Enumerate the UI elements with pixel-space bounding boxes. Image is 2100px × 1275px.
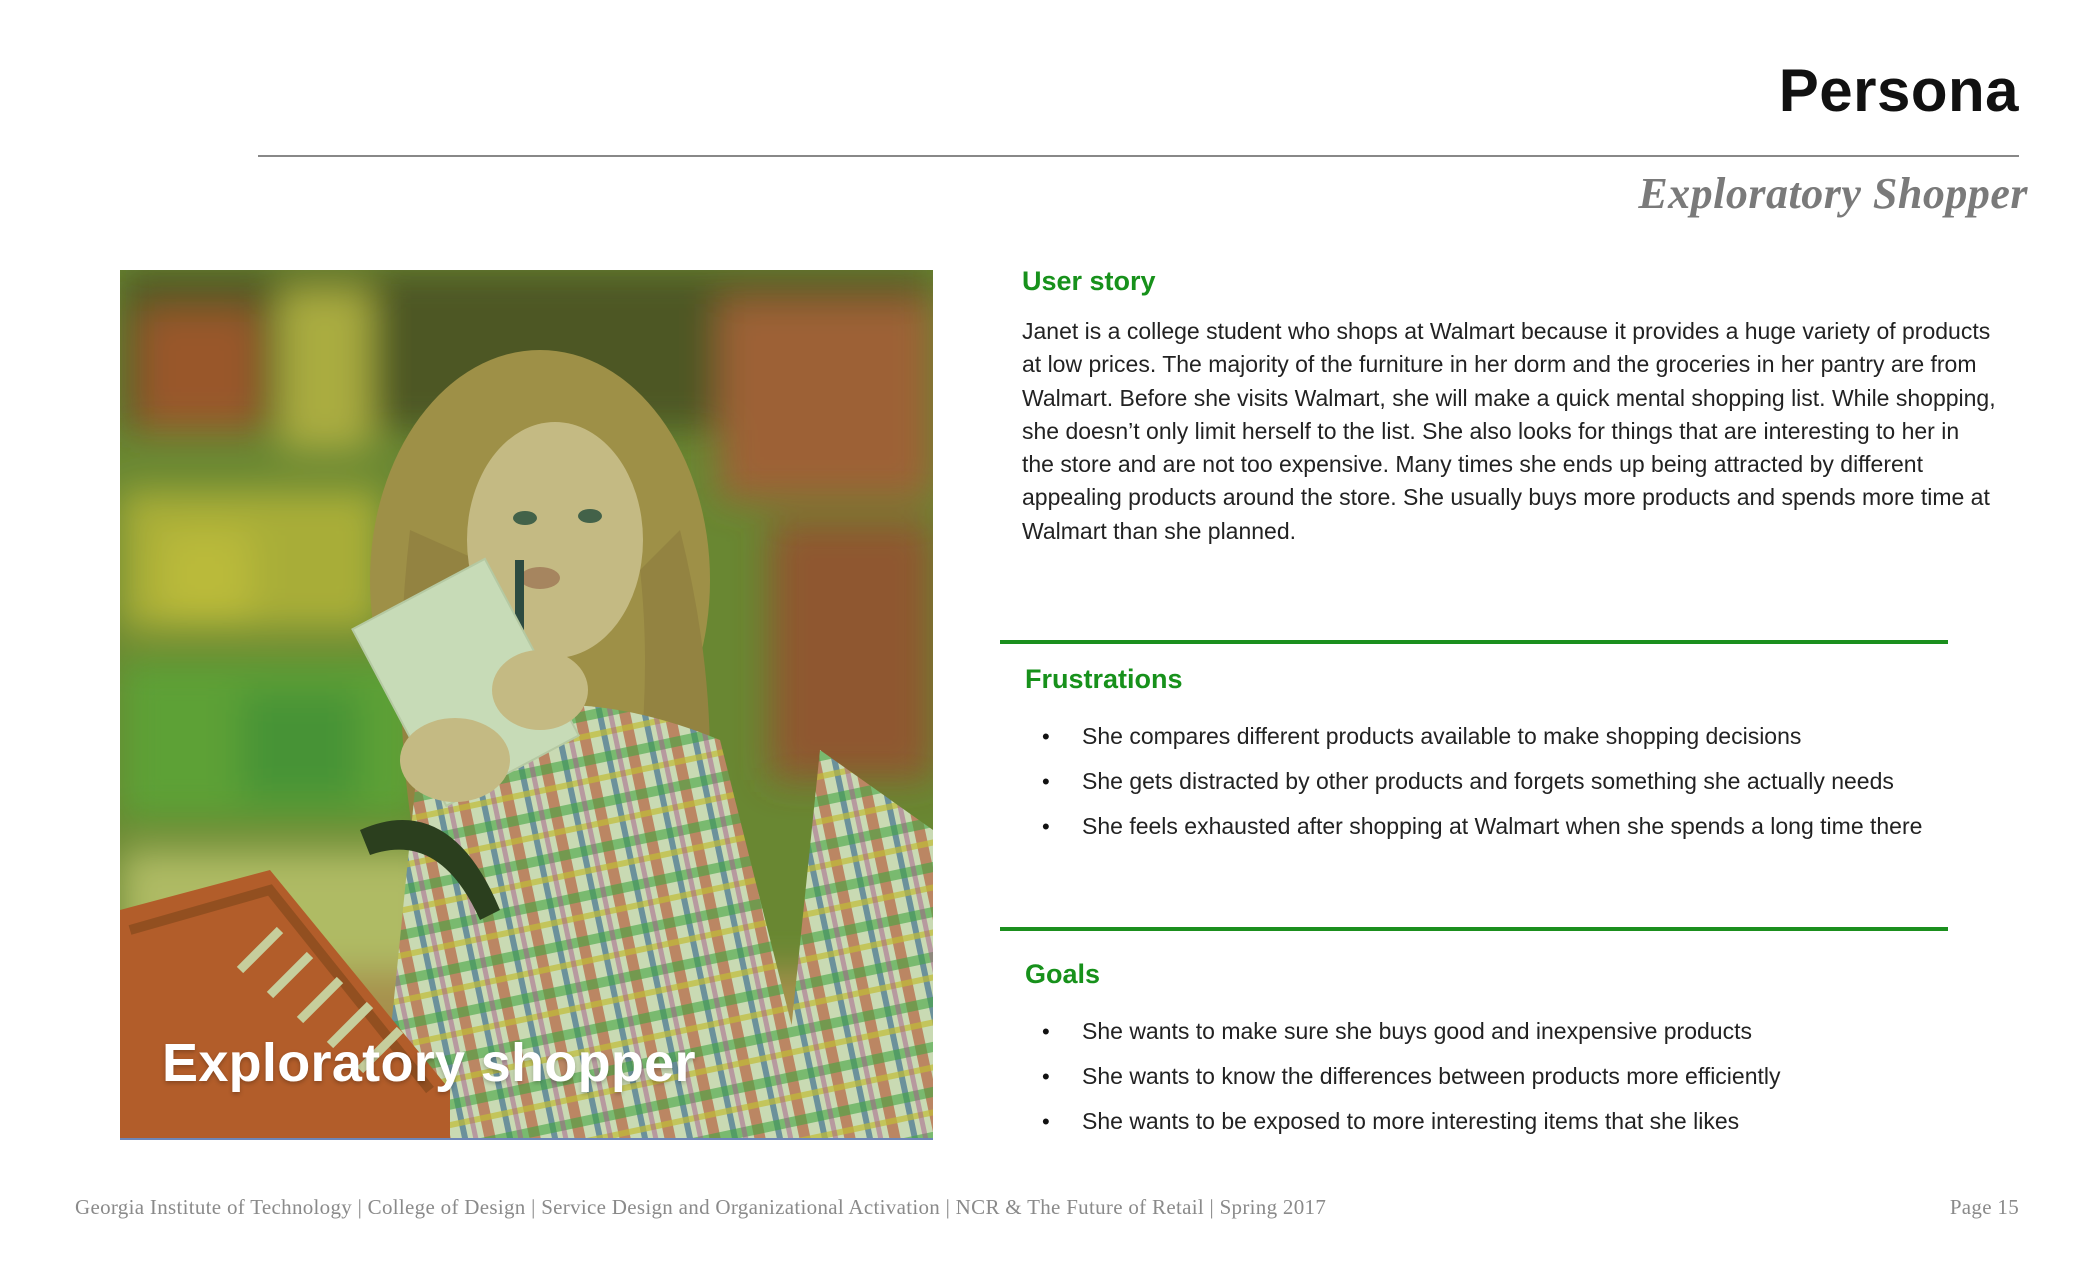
list-item: • She wants to be exposed to more interes… bbox=[1040, 1099, 2050, 1144]
user-story-text: Janet is a college student who shops at … bbox=[1022, 318, 1996, 544]
section-divider bbox=[1000, 640, 1948, 644]
frustrations-heading: Frustrations bbox=[1025, 664, 1183, 694]
list-item: • She gets distracted by other products a… bbox=[1040, 759, 2050, 804]
bullet-icon: • bbox=[1042, 1064, 1050, 1089]
list-item-text: She feels exhausted after shopping at Wa… bbox=[1082, 813, 1923, 839]
list-item-text: She wants to be exposed to more interest… bbox=[1082, 1108, 1740, 1134]
list-item: • She wants to make sure she buys good an… bbox=[1040, 1009, 2050, 1054]
bullet-icon: • bbox=[1042, 1019, 1050, 1044]
bullet-icon: • bbox=[1042, 769, 1050, 794]
persona-photo-illustration bbox=[120, 270, 933, 1138]
header-divider bbox=[258, 155, 2019, 157]
footer-credits: Georgia Institute of Technology | Colleg… bbox=[75, 1195, 1327, 1219]
goals-heading: Goals bbox=[1025, 959, 1101, 989]
section-divider bbox=[1000, 927, 1948, 931]
bullet-icon: • bbox=[1042, 814, 1050, 839]
persona-photo: Exploratory shopper bbox=[120, 270, 933, 1140]
photo-caption: Exploratory shopper bbox=[162, 1033, 696, 1093]
list-item: • She feels exhausted after shopping at W… bbox=[1040, 804, 2050, 849]
page-number: Page 15 bbox=[1949, 1195, 2019, 1219]
bullet-icon: • bbox=[1042, 724, 1050, 749]
frustrations-list: • She compares different products availab… bbox=[1040, 714, 2050, 849]
goals-list: • She wants to make sure she buys good an… bbox=[1040, 1009, 2050, 1144]
bullet-icon: • bbox=[1042, 1109, 1050, 1134]
page-title: Persona bbox=[1778, 57, 2019, 124]
list-item: • She compares different products availab… bbox=[1040, 714, 2050, 759]
list-item-text: She gets distracted by other products an… bbox=[1082, 768, 1894, 794]
user-story-heading: User story bbox=[1022, 266, 1156, 296]
page-subtitle: Exploratory Shopper bbox=[1638, 169, 2028, 218]
list-item-text: She compares different products availabl… bbox=[1082, 723, 1802, 749]
list-item-text: She wants to make sure she buys good and… bbox=[1082, 1018, 1752, 1044]
list-item: • She wants to know the differences betwe… bbox=[1040, 1054, 2050, 1099]
list-item-text: She wants to know the differences betwee… bbox=[1082, 1063, 1781, 1089]
